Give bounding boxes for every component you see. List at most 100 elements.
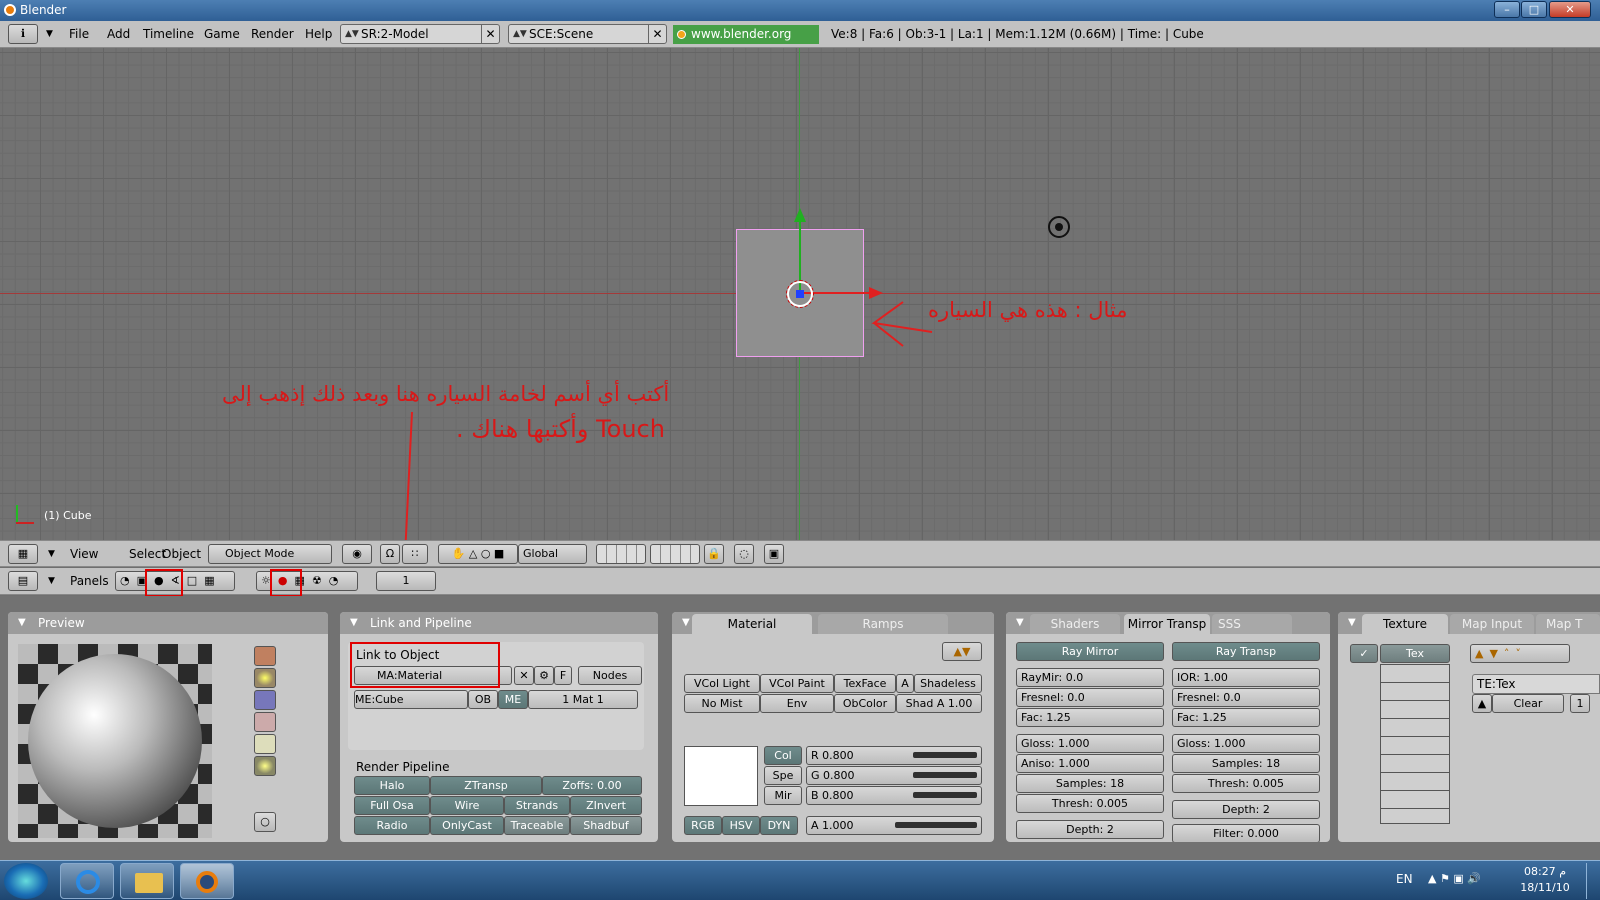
delete-screen-icon[interactable]: ✕: [481, 25, 499, 43]
window-type-icon[interactable]: ℹ: [8, 24, 38, 44]
texface-button[interactable]: TexFace: [834, 674, 896, 693]
mesh-field[interactable]: ME:Cube: [354, 690, 468, 709]
menu-object[interactable]: Object: [158, 545, 205, 564]
tray-icons[interactable]: ▲ ⚑ ▣ 🔊: [1428, 872, 1481, 885]
tab-texture[interactable]: Texture: [1362, 614, 1448, 634]
onlycast-button[interactable]: OnlyCast: [430, 816, 504, 835]
ztransp-button[interactable]: ZTransp: [430, 776, 542, 795]
transp-samples-field[interactable]: Samples: 18: [1172, 754, 1320, 773]
texture-slot-arrows[interactable]: ▲▼˄˅: [1470, 644, 1570, 663]
ray-mirror-button[interactable]: Ray Mirror: [1016, 642, 1164, 661]
menu-help[interactable]: Help: [301, 25, 336, 44]
env-button[interactable]: Env: [760, 694, 834, 713]
transp-gloss-slider[interactable]: Gloss: 1.000: [1172, 734, 1320, 753]
language-indicator[interactable]: EN: [1396, 872, 1413, 886]
material-index-counter[interactable]: 1 Mat 1: [528, 690, 638, 709]
dyn-mode-button[interactable]: DYN: [760, 816, 798, 835]
draw-type-icon[interactable]: ◉: [342, 544, 372, 564]
col-button[interactable]: Col: [764, 746, 802, 765]
layer-buttons-a[interactable]: [596, 544, 646, 564]
gloss-slider[interactable]: Gloss: 1.000: [1016, 734, 1164, 753]
layer-buttons-b[interactable]: [650, 544, 700, 564]
transp-depth-field[interactable]: Depth: 2: [1172, 800, 1320, 819]
clock-date[interactable]: 18/11/10: [1520, 881, 1570, 894]
collapse-menu-icon[interactable]: ▼: [42, 25, 57, 44]
alpha-slider[interactable]: A 1.000: [806, 816, 982, 835]
render-icon[interactable]: ◌: [734, 544, 754, 564]
buttons-editor-icon[interactable]: ▤: [8, 571, 38, 591]
show-desktop-button[interactable]: [1586, 863, 1600, 899]
texture-slot-1[interactable]: Tex: [1380, 644, 1450, 663]
orientation-selector[interactable]: Global: [518, 544, 587, 564]
internet-explorer-icon[interactable]: [60, 863, 114, 899]
nodes-button[interactable]: Nodes: [578, 666, 642, 685]
depth-field[interactable]: Depth: 2: [1016, 820, 1164, 839]
radio-button[interactable]: Radio: [354, 816, 430, 835]
traceable-button[interactable]: Traceable: [504, 816, 570, 835]
layers-toggle-icon[interactable]: ∷: [402, 544, 428, 564]
panels-label[interactable]: Panels: [66, 572, 113, 591]
b-slider[interactable]: B 0.800: [806, 786, 982, 805]
3d-viewport[interactable]: مثال : هذه هي السياره أكتب أي أسم لخامة …: [0, 48, 1600, 540]
preview-sphere-icon[interactable]: [254, 668, 276, 688]
ray-transp-button[interactable]: Ray Transp: [1172, 642, 1320, 661]
menu-file[interactable]: File: [65, 25, 93, 44]
tab-material[interactable]: Material: [692, 614, 812, 634]
transp-fac-slider[interactable]: Fac: 1.25: [1172, 708, 1320, 727]
tab-map-input[interactable]: Map Input: [1450, 614, 1534, 634]
texture-browse-icon[interactable]: ▲: [1472, 694, 1492, 713]
menu-add[interactable]: Add: [103, 25, 134, 44]
mode-selector[interactable]: Object Mode: [208, 544, 332, 564]
screen-selector[interactable]: ▲▼ SR:2-Model ✕: [340, 24, 500, 44]
collapse-icon[interactable]: ▼: [44, 572, 59, 591]
maximize-button[interactable]: □: [1521, 1, 1547, 18]
vcol-paint-button[interactable]: VCol Paint: [760, 674, 834, 693]
preview-monkey-icon[interactable]: [254, 712, 276, 732]
delete-scene-icon[interactable]: ✕: [648, 25, 666, 43]
vcol-light-button[interactable]: VCol Light: [684, 674, 760, 693]
minimize-button[interactable]: –: [1494, 1, 1520, 18]
tab-mirror-transp[interactable]: Mirror Transp: [1124, 614, 1210, 634]
lock-icon[interactable]: 🔒: [704, 544, 724, 564]
full-osa-button[interactable]: Full Osa: [354, 796, 430, 815]
tab-shaders[interactable]: Shaders: [1030, 614, 1120, 634]
grid-editor-icon[interactable]: ▦: [8, 544, 38, 564]
start-button-icon[interactable]: [4, 863, 48, 899]
clock-time[interactable]: 08:27 م: [1520, 865, 1570, 878]
unlink-material-icon[interactable]: ✕: [514, 666, 534, 685]
rgb-mode-button[interactable]: RGB: [684, 816, 722, 835]
manipulator-icons[interactable]: ✋ △ ○ ■: [438, 544, 518, 564]
auto-name-icon[interactable]: ⚙: [534, 666, 554, 685]
preview-plane-icon[interactable]: [254, 646, 276, 666]
tab-map-to[interactable]: Map T: [1536, 614, 1600, 634]
render-view-icon[interactable]: ▣: [764, 544, 784, 564]
obcolor-button[interactable]: ObColor: [834, 694, 896, 713]
halo-button[interactable]: Halo: [354, 776, 430, 795]
copy-paste-icons[interactable]: ▲▼: [942, 642, 982, 661]
collapse-icon[interactable]: ▼: [44, 545, 59, 564]
shad-a-slider[interactable]: Shad A 1.00: [896, 694, 982, 713]
filter-field[interactable]: Filter: 0.000: [1172, 824, 1320, 842]
pivot-icon[interactable]: Ω: [380, 544, 400, 564]
zoffs-slider[interactable]: Zoffs: 0.00: [542, 776, 642, 795]
frame-counter[interactable]: 1: [376, 571, 436, 591]
preview-hair-icon[interactable]: [254, 734, 276, 754]
preview-render-icon[interactable]: ○: [254, 812, 276, 832]
link-pipeline-header[interactable]: ▼ Link and Pipeline: [340, 612, 658, 634]
texture-name-field[interactable]: TE:Tex: [1472, 674, 1600, 694]
clear-texture-button[interactable]: Clear: [1492, 694, 1564, 713]
scene-selector[interactable]: ▲▼ SCE:Scene ✕: [508, 24, 667, 44]
blender-version-link[interactable]: www.blender.org 249.2: [673, 25, 819, 60]
samples-field[interactable]: Samples: 18: [1016, 774, 1164, 793]
no-mist-button[interactable]: No Mist: [684, 694, 760, 713]
menu-game[interactable]: Game: [200, 25, 244, 44]
mir-button[interactable]: Mir: [764, 786, 802, 805]
a-button[interactable]: A: [896, 674, 914, 693]
shadbuf-button[interactable]: Shadbuf: [570, 816, 642, 835]
zinvert-button[interactable]: ZInvert: [570, 796, 642, 815]
tab-ramps[interactable]: Ramps: [818, 614, 948, 634]
menu-render[interactable]: Render: [247, 25, 298, 44]
tab-sss[interactable]: SSS: [1212, 614, 1292, 634]
texture-slot-list[interactable]: [1380, 664, 1450, 824]
raymir-slider[interactable]: RayMir: 0.0: [1016, 668, 1164, 687]
